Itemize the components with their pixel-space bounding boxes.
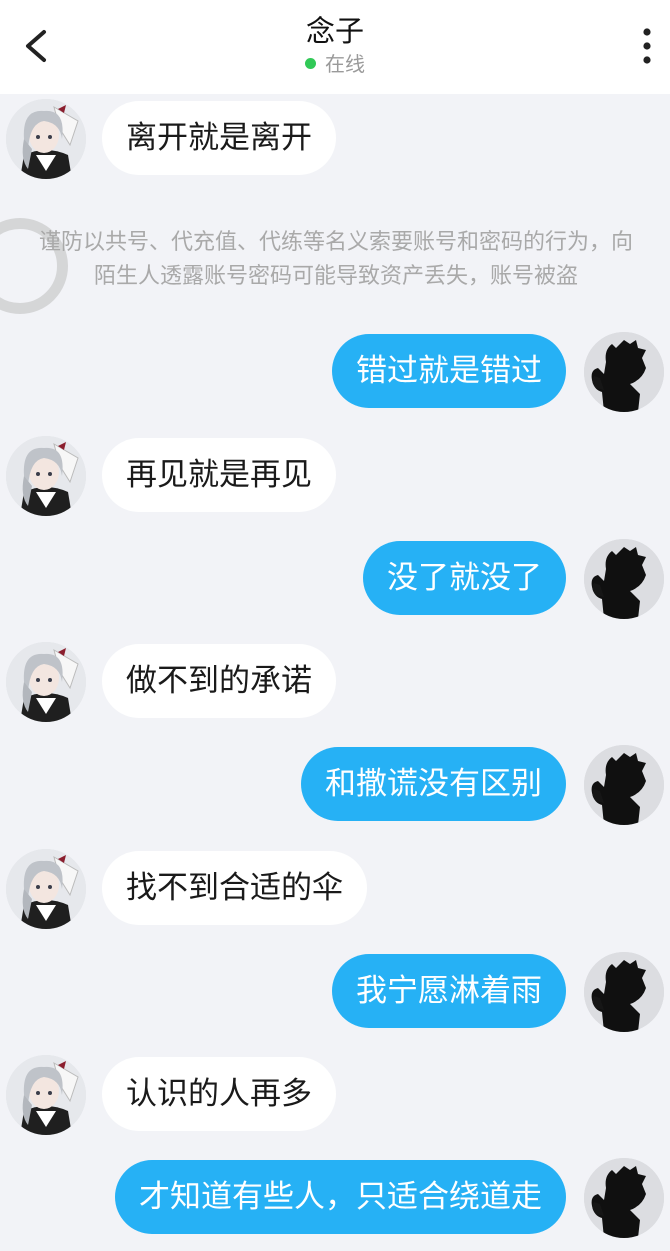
more-vertical-icon [643,28,651,64]
contact-name: 念子 [305,14,364,48]
received-message-bubble[interactable]: 再见就是再见 [102,438,336,512]
my-avatar[interactable] [584,539,664,619]
contact-avatar[interactable] [6,849,86,929]
received-message-bubble[interactable]: 找不到合适的伞 [102,851,367,925]
contact-avatar[interactable] [6,436,86,516]
sent-message-bubble[interactable]: 和撒谎没有区别 [301,747,566,821]
my-avatar[interactable] [584,1158,664,1238]
contact-avatar[interactable] [6,1055,86,1135]
sent-message-bubble[interactable]: 我宁愿淋着雨 [332,954,566,1028]
chat-header: 念子 在线 [0,0,670,94]
sent-message-bubble[interactable]: 错过就是错过 [332,334,566,408]
status-text: 在线 [325,52,365,76]
my-avatar[interactable] [584,745,664,825]
received-message-bubble[interactable]: 离开就是离开 [102,101,336,175]
more-button[interactable] [632,24,662,68]
online-dot-icon [305,58,316,69]
online-status: 在线 [0,52,670,76]
sent-message-bubble[interactable]: 才知道有些人，只适合绕道走 [115,1160,566,1234]
contact-avatar[interactable] [6,99,86,179]
received-message-bubble[interactable]: 做不到的承诺 [102,644,336,718]
contact-avatar[interactable] [6,642,86,722]
my-avatar[interactable] [584,952,664,1032]
received-message-bubble[interactable]: 认识的人再多 [102,1057,336,1131]
my-avatar[interactable] [584,332,664,412]
security-notice: 谨防以共号、代充值、代练等名义索要账号和密码的行为，向陌生人透露账号密码可能导致… [38,230,633,289]
sent-message-bubble[interactable]: 没了就没了 [363,541,566,615]
